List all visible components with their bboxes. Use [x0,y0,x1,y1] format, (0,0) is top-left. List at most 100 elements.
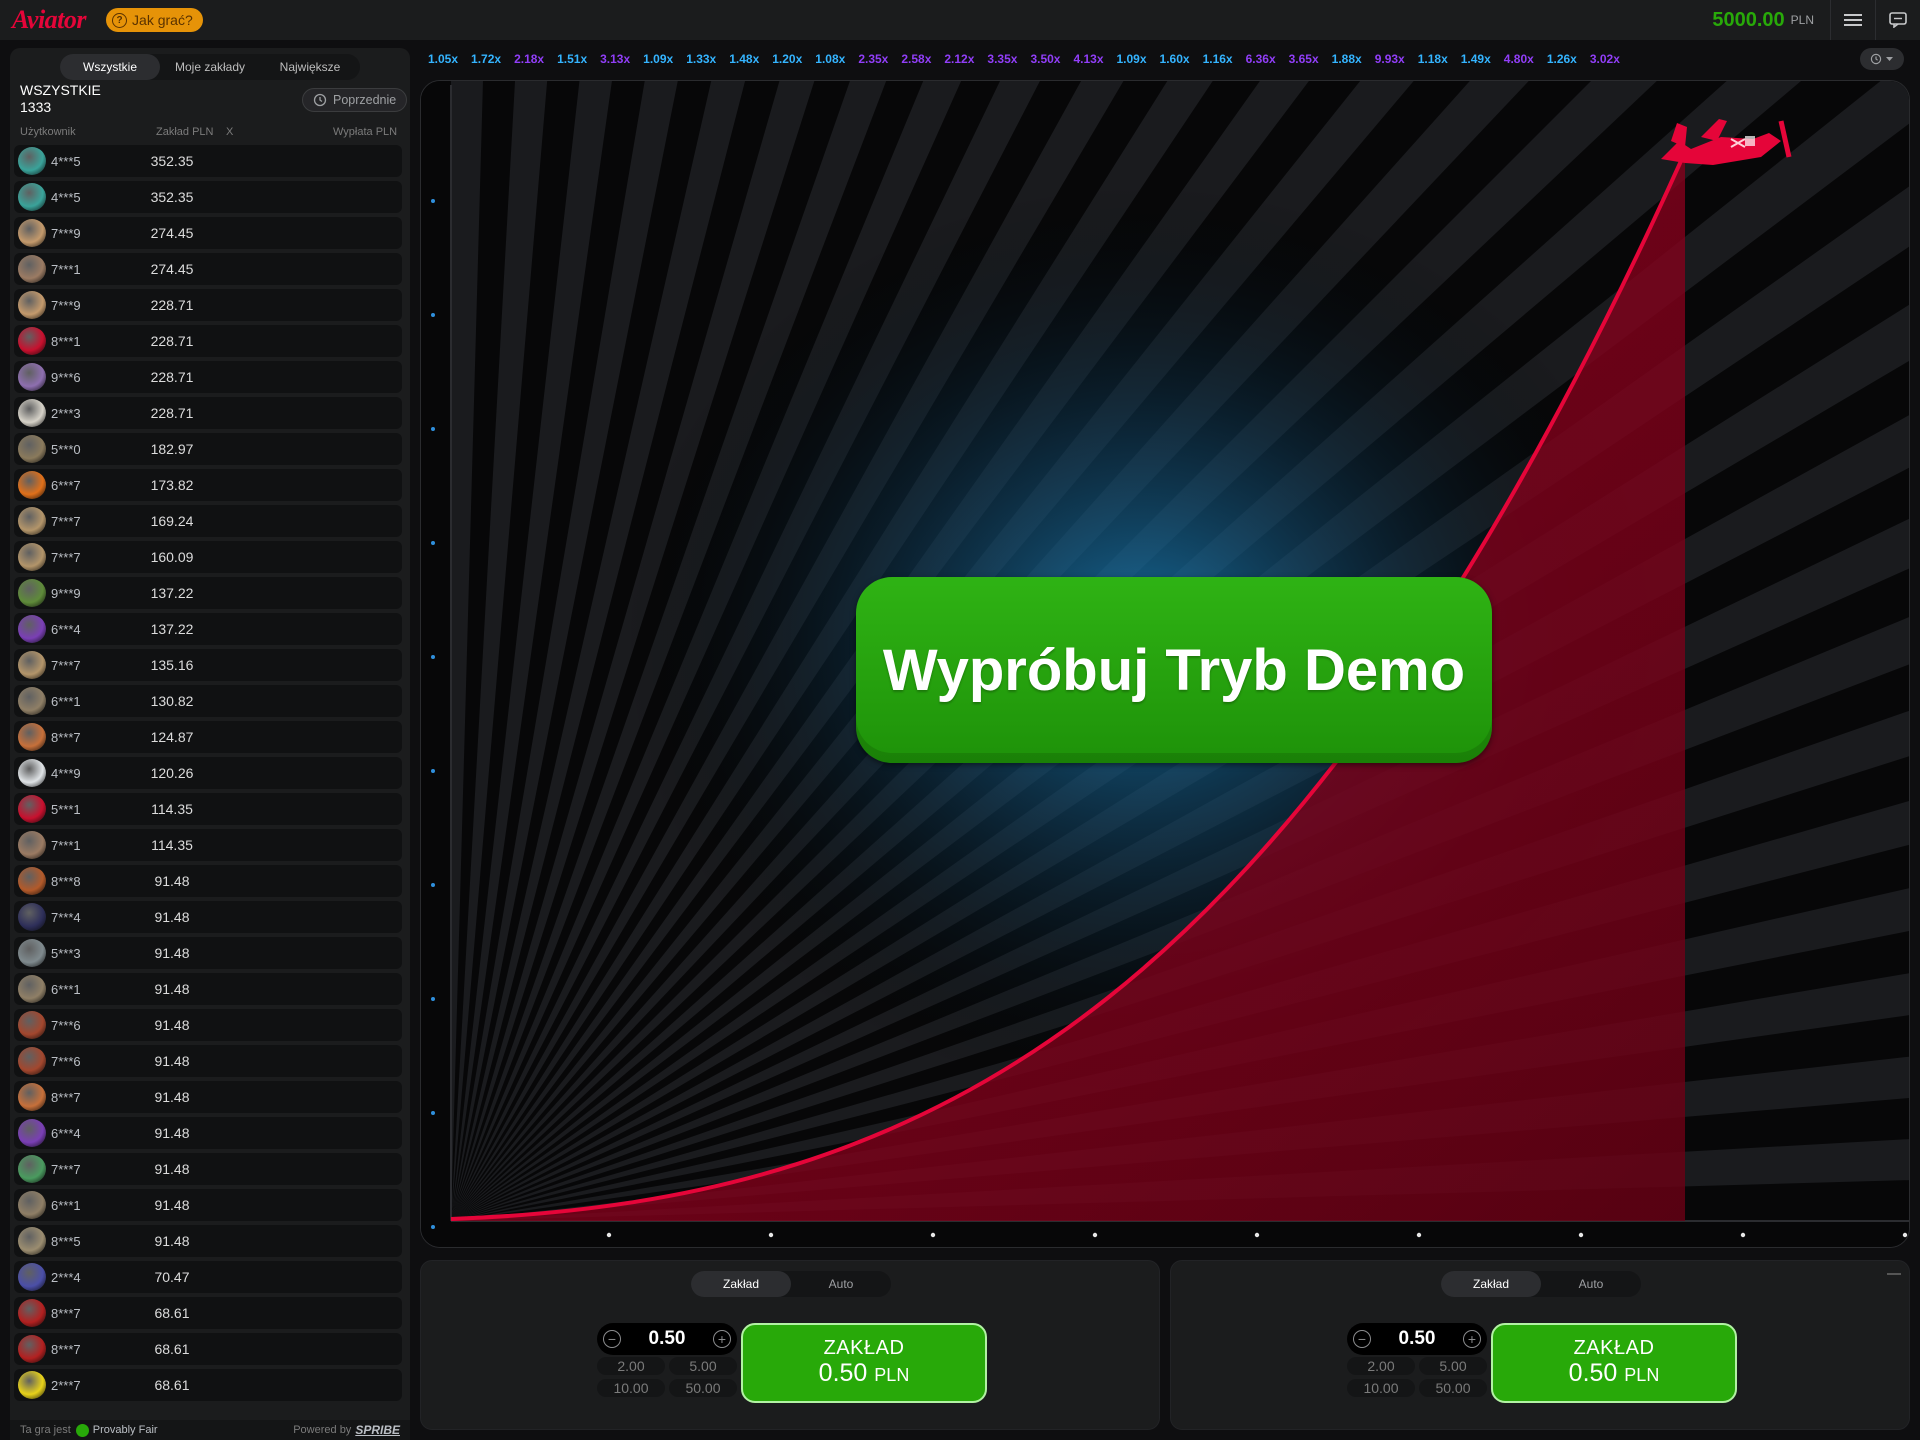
quick-amount-button[interactable]: 50.00 [669,1379,737,1397]
multiplier-badge[interactable]: 3.35x [987,52,1017,66]
avatar [18,1047,46,1075]
multiplier-badge[interactable]: 3.65x [1289,52,1319,66]
multiplier-badge[interactable]: 1.20x [772,52,802,66]
quick-amount-button[interactable]: 2.00 [597,1357,665,1375]
bet-row-user: 7***1 [51,837,81,853]
multiplier-badge[interactable]: 1.51x [557,52,587,66]
multiplier-badge[interactable]: 3.50x [1030,52,1060,66]
how-to-play-button[interactable]: ? Jak grać? [106,8,203,32]
multiplier-badge[interactable]: 9.93x [1375,52,1405,66]
multiplier-badge[interactable]: 3.02x [1590,52,1620,66]
bet-amount-stepper: − 0.50 + [597,1323,737,1355]
menu-button[interactable] [1831,0,1875,40]
multiplier-badge[interactable]: 1.18x [1418,52,1448,66]
bet-row-amount: 274.45 [150,225,194,241]
previous-round-button[interactable]: Poprzednie [302,88,408,112]
tab-bet[interactable]: Zakład [1441,1271,1541,1297]
avatar [18,651,46,679]
avatar [18,1083,46,1111]
chevron-down-icon [1886,57,1893,61]
bet-row-user: 8***7 [51,729,81,745]
bet-row-user: 6***1 [51,1197,81,1213]
history-toggle-button[interactable] [1860,48,1904,70]
multiplier-badge[interactable]: 1.26x [1547,52,1577,66]
tab-bet[interactable]: Zakład [691,1271,791,1297]
x-axis-dot [606,1232,612,1238]
multiplier-badge[interactable]: 6.36x [1246,52,1276,66]
tab-biggest[interactable]: Największe [260,54,360,80]
avatar [18,903,46,931]
y-axis-dot [431,769,435,773]
quick-amount-button[interactable]: 50.00 [1419,1379,1487,1397]
multiplier-badge[interactable]: 1.48x [729,52,759,66]
multiplier-badge[interactable]: 1.05x [428,52,458,66]
bet-row-amount: 91.48 [154,981,190,997]
bet-row: 2***7 68.61 [14,1369,402,1401]
multiplier-badge[interactable]: 1.16x [1203,52,1233,66]
bet-row-amount: 68.61 [154,1305,190,1321]
avatar [18,831,46,859]
avatar [18,975,46,1003]
multiplier-badge[interactable]: 4.80x [1504,52,1534,66]
bet-row: 8***1 228.71 [14,325,402,357]
quick-amount-button[interactable]: 5.00 [1419,1357,1487,1375]
chat-button[interactable] [1876,0,1920,40]
tab-auto[interactable]: Auto [791,1271,891,1297]
provably-fair-link[interactable]: Provably Fair [93,1424,158,1436]
bet-amount-value[interactable]: 0.50 [1399,1328,1436,1350]
quick-amount-button[interactable]: 10.00 [1347,1379,1415,1397]
quick-amount-button[interactable]: 5.00 [669,1357,737,1375]
demo-mode-button[interactable]: Wypróbuj Tryb Demo [856,577,1492,763]
bet-amount-value[interactable]: 0.50 [649,1328,686,1350]
multiplier-badge[interactable]: 1.09x [1117,52,1147,66]
bet-row-amount: 91.48 [154,1053,190,1069]
multiplier-badge[interactable]: 2.58x [901,52,931,66]
bet-row-user: 6***7 [51,477,81,493]
minus-icon[interactable]: − [603,1330,621,1348]
game-is-label: Ta gra jest [20,1424,71,1436]
aviator-logo[interactable]: Aviator [12,5,87,35]
multiplier-badge[interactable]: 1.72x [471,52,501,66]
multiplier-badge[interactable]: 1.60x [1160,52,1190,66]
quick-amount-button[interactable]: 2.00 [1347,1357,1415,1375]
minus-icon[interactable]: − [1353,1330,1371,1348]
multiplier-badge[interactable]: 1.88x [1332,52,1362,66]
bet-row: 7***1 114.35 [14,829,402,861]
bet-row-amount: 68.61 [154,1377,190,1393]
bet-row: 5***3 91.48 [14,937,402,969]
plus-icon[interactable]: + [712,1330,731,1348]
bet-row-user: 9***9 [51,585,81,601]
bet-row-user: 2***4 [51,1269,81,1285]
bet-row: 4***9 120.26 [14,757,402,789]
multiplier-badge[interactable]: 4.13x [1073,52,1103,66]
avatar [18,219,46,247]
avatar [18,147,46,175]
quick-amount-button[interactable]: 10.00 [597,1379,665,1397]
bet-row-amount: 120.26 [150,765,194,781]
multiplier-badge[interactable]: 1.08x [815,52,845,66]
avatar [18,867,46,895]
multiplier-badge[interactable]: 2.35x [858,52,888,66]
bet-row: 6***7 173.82 [14,469,402,501]
tab-auto[interactable]: Auto [1541,1271,1641,1297]
bet-row-user: 8***1 [51,333,81,349]
multiplier-badge[interactable]: 1.33x [686,52,716,66]
multiplier-badge[interactable]: 1.49x [1461,52,1491,66]
bet-row: 8***7 68.61 [14,1297,402,1329]
tab-all[interactable]: Wszystkie [60,54,160,80]
avatar [18,543,46,571]
y-axis-dot [431,997,435,1001]
bet-row-amount: 124.87 [150,729,194,745]
spribe-logo[interactable]: SPRIBE [355,1423,400,1437]
place-bet-button[interactable]: ZAKŁAD 0.50 PLN [741,1323,987,1403]
multiplier-badge[interactable]: 1.09x [643,52,673,66]
remove-panel-button[interactable] [1887,1273,1901,1275]
multiplier-badge[interactable]: 2.12x [944,52,974,66]
bet-row-amount: 91.48 [154,1161,190,1177]
multiplier-badge[interactable]: 3.13x [600,52,630,66]
multiplier-badge[interactable]: 2.18x [514,52,544,66]
tab-my-bets[interactable]: Moje zakłady [160,54,260,80]
bet-row-amount: 169.24 [150,513,194,529]
plus-icon[interactable]: + [1462,1330,1481,1348]
place-bet-button[interactable]: ZAKŁAD 0.50 PLN [1491,1323,1737,1403]
